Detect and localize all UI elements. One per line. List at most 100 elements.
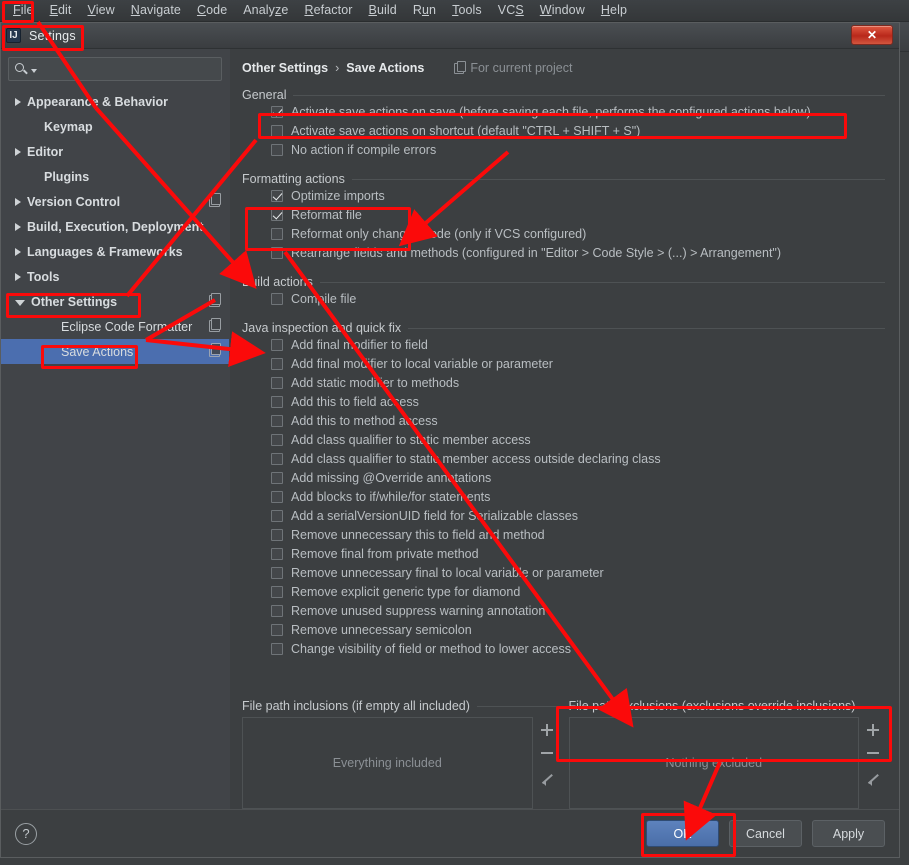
menu-item-build[interactable]: Build bbox=[362, 1, 404, 20]
menu-item-edit[interactable]: Edit bbox=[43, 1, 79, 20]
minus-icon[interactable] bbox=[540, 746, 554, 760]
checkbox-unchecked-icon[interactable] bbox=[271, 585, 283, 598]
pencil-icon[interactable] bbox=[540, 769, 554, 786]
menu-item-run[interactable]: Run bbox=[406, 1, 443, 20]
sidebar-item-languages-frameworks[interactable]: Languages & Frameworks bbox=[1, 239, 229, 264]
checkbox-row[interactable]: Compile file bbox=[271, 289, 885, 308]
checkbox-row[interactable]: Remove unused suppress warning annotatio… bbox=[271, 601, 885, 620]
checkbox-row[interactable]: Remove explicit generic type for diamond bbox=[271, 582, 885, 601]
checkbox-unchecked-icon[interactable] bbox=[271, 124, 283, 137]
chevron-right-icon[interactable] bbox=[15, 272, 21, 281]
inclusions-list[interactable]: Everything included bbox=[242, 717, 533, 809]
chevron-right-icon[interactable] bbox=[15, 247, 21, 256]
sidebar-item-save-actions[interactable]: Save Actions bbox=[1, 339, 229, 364]
checkbox-row[interactable]: Add final modifier to field bbox=[271, 335, 885, 354]
sidebar-item-editor[interactable]: Editor bbox=[1, 139, 229, 164]
checkbox-checked-icon[interactable] bbox=[271, 208, 283, 221]
checkbox-unchecked-icon[interactable] bbox=[271, 509, 283, 522]
checkbox-unchecked-icon[interactable] bbox=[271, 547, 283, 560]
checkbox-unchecked-icon[interactable] bbox=[271, 414, 283, 427]
search-box[interactable] bbox=[8, 57, 222, 81]
checkbox-unchecked-icon[interactable] bbox=[271, 490, 283, 503]
checkbox-unchecked-icon[interactable] bbox=[271, 227, 283, 240]
checkbox-unchecked-icon[interactable] bbox=[271, 357, 283, 370]
sidebar-item-keymap[interactable]: Keymap bbox=[1, 114, 229, 139]
checkbox-unchecked-icon[interactable] bbox=[271, 452, 283, 465]
menu-item-tools[interactable]: Tools bbox=[445, 1, 489, 20]
chevron-down-icon[interactable] bbox=[15, 300, 25, 306]
chevron-right-icon[interactable] bbox=[15, 197, 21, 206]
apply-button[interactable]: Apply bbox=[812, 820, 885, 847]
checkbox-unchecked-icon[interactable] bbox=[271, 623, 283, 636]
checkbox-row[interactable]: Remove unnecessary semicolon bbox=[271, 620, 885, 639]
checkbox-unchecked-icon[interactable] bbox=[271, 566, 283, 579]
sidebar-item-appearance-behavior[interactable]: Appearance & Behavior bbox=[1, 89, 229, 114]
checkbox-row[interactable]: Change visibility of field or method to … bbox=[271, 639, 885, 658]
checkbox-unchecked-icon[interactable] bbox=[271, 292, 283, 305]
checkbox-unchecked-icon[interactable] bbox=[271, 528, 283, 541]
checkbox-row[interactable]: Remove unnecessary this to field and met… bbox=[271, 525, 885, 544]
divider-line bbox=[319, 281, 885, 283]
search-input[interactable] bbox=[37, 62, 221, 76]
exclusions-list[interactable]: Nothing excluded bbox=[568, 717, 859, 809]
checkbox-row[interactable]: Reformat file bbox=[271, 205, 885, 224]
pencil-icon[interactable] bbox=[866, 769, 880, 786]
checkbox-row[interactable]: Remove unnecessary final to local variab… bbox=[271, 563, 885, 582]
checkbox-unchecked-icon[interactable] bbox=[271, 604, 283, 617]
checkbox-row[interactable]: Add class qualifier to static member acc… bbox=[271, 449, 885, 468]
chevron-right-icon[interactable] bbox=[15, 222, 21, 231]
sidebar-item-eclipse-code-formatter[interactable]: Eclipse Code Formatter bbox=[1, 314, 229, 339]
checkbox-row[interactable]: Optimize imports bbox=[271, 186, 885, 205]
checkbox-unchecked-icon[interactable] bbox=[271, 433, 283, 446]
menu-item-navigate[interactable]: Navigate bbox=[124, 1, 188, 20]
menu-item-analyze[interactable]: Analyze bbox=[236, 1, 295, 20]
plus-icon[interactable] bbox=[540, 723, 554, 737]
exclusions-toolbar bbox=[861, 717, 885, 809]
menu-item-file[interactable]: File bbox=[6, 1, 41, 20]
checkbox-row[interactable]: Add class qualifier to static member acc… bbox=[271, 430, 885, 449]
checkbox-unchecked-icon[interactable] bbox=[271, 471, 283, 484]
checkbox-row[interactable]: Rearrange fields and methods (configured… bbox=[271, 243, 885, 262]
checkbox-row[interactable]: No action if compile errors bbox=[271, 140, 885, 159]
checkbox-checked-icon[interactable] bbox=[271, 105, 283, 118]
checkbox-unchecked-icon[interactable] bbox=[271, 642, 283, 655]
sidebar-item-version-control[interactable]: Version Control bbox=[1, 189, 229, 214]
checkbox-unchecked-icon[interactable] bbox=[271, 376, 283, 389]
menu-item-window[interactable]: Window bbox=[533, 1, 592, 20]
checkbox-unchecked-icon[interactable] bbox=[271, 338, 283, 351]
checkbox-checked-icon[interactable] bbox=[271, 189, 283, 202]
checkbox-row[interactable]: Add a serialVersionUID field for Seriali… bbox=[271, 506, 885, 525]
breadcrumb-parent[interactable]: Other Settings bbox=[242, 61, 328, 75]
help-icon[interactable]: ? bbox=[15, 822, 37, 845]
sidebar-item-build-execution-deployment[interactable]: Build, Execution, Deployment bbox=[1, 214, 229, 239]
chevron-right-icon[interactable] bbox=[15, 97, 21, 106]
checkbox-row[interactable]: Add this to method access bbox=[271, 411, 885, 430]
checkbox-row[interactable]: Add missing @Override annotations bbox=[271, 468, 885, 487]
checkbox-row[interactable]: Add final modifier to local variable or … bbox=[271, 354, 885, 373]
cancel-button[interactable]: Cancel bbox=[729, 820, 802, 847]
checkbox-unchecked-icon[interactable] bbox=[271, 143, 283, 156]
menu-item-code[interactable]: Code bbox=[190, 1, 234, 20]
checkbox-row[interactable]: Add this to field access bbox=[271, 392, 885, 411]
checkbox-row[interactable]: Activate save actions on shortcut (defau… bbox=[271, 121, 885, 140]
sidebar-item-tools[interactable]: Tools bbox=[1, 264, 229, 289]
checkbox-unchecked-icon[interactable] bbox=[271, 395, 283, 408]
minus-icon[interactable] bbox=[866, 746, 880, 760]
checkbox-unchecked-icon[interactable] bbox=[271, 246, 283, 259]
checkbox-row[interactable]: Reformat only changed code (only if VCS … bbox=[271, 224, 885, 243]
menu-item-view[interactable]: View bbox=[81, 1, 122, 20]
menu-item-refactor[interactable]: Refactor bbox=[297, 1, 359, 20]
checkbox-row[interactable]: Activate save actions on save (before sa… bbox=[271, 102, 885, 121]
plus-icon[interactable] bbox=[866, 723, 880, 737]
dialog-title: Settings bbox=[29, 28, 76, 43]
checkbox-row[interactable]: Add static modifier to methods bbox=[271, 373, 885, 392]
chevron-right-icon[interactable] bbox=[15, 147, 21, 156]
menu-item-vcs[interactable]: VCS bbox=[491, 1, 531, 20]
menu-item-help[interactable]: Help bbox=[594, 1, 634, 20]
ok-button[interactable]: OK bbox=[646, 820, 719, 847]
sidebar-item-plugins[interactable]: Plugins bbox=[1, 164, 229, 189]
close-icon[interactable]: ✕ bbox=[851, 25, 893, 45]
checkbox-row[interactable]: Add blocks to if/while/for statements bbox=[271, 487, 885, 506]
checkbox-row[interactable]: Remove final from private method bbox=[271, 544, 885, 563]
sidebar-item-other-settings[interactable]: Other Settings bbox=[1, 289, 229, 314]
